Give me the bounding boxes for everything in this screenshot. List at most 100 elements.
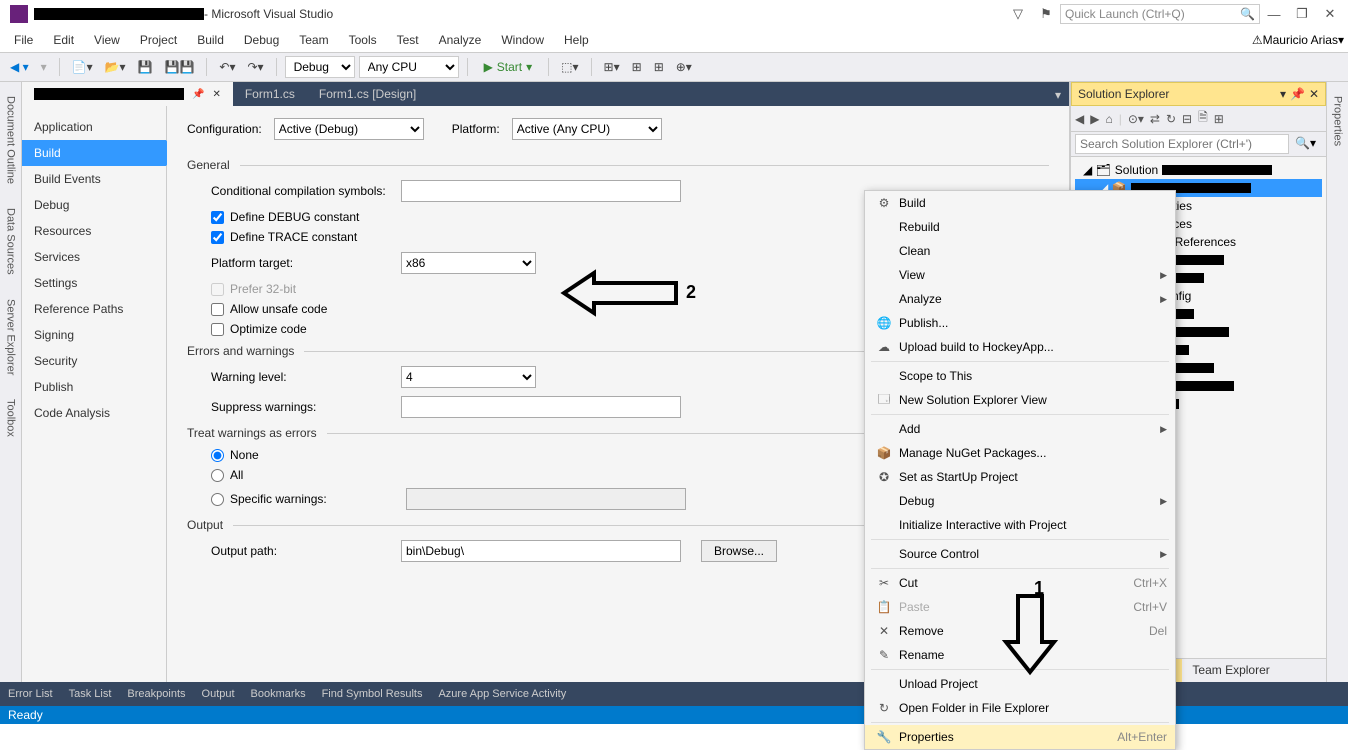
nav-build[interactable]: Build [22,140,166,166]
filter-icon[interactable]: ▽ [1004,6,1032,22]
ctx-build[interactable]: ⚙Build [865,191,1175,215]
tab-form1-design[interactable]: Form1.cs [Design] [307,82,428,106]
platform-target-select[interactable]: x86 [401,252,536,274]
ctx-add[interactable]: Add▶ [865,417,1175,441]
menu-test[interactable]: Test [387,30,429,50]
menu-build[interactable]: Build [187,30,234,50]
ctx-new-solution-explorer-view[interactable]: 🗔New Solution Explorer View [865,388,1175,412]
nav-security[interactable]: Security [22,348,166,374]
btab-task-list[interactable]: Task List [69,688,112,700]
panel-close-icon[interactable]: ✕ [1309,87,1319,101]
toolbar-misc-4[interactable]: ⊞ [650,58,668,76]
platform-dropdown[interactable]: Active (Any CPU) [512,118,662,140]
redo-button[interactable]: ↷▾ [243,58,267,76]
panel-dropdown-icon[interactable]: ▾ [1280,87,1286,101]
btab-find-symbol[interactable]: Find Symbol Results [322,688,423,700]
rail-data-sources[interactable]: Data Sources [3,202,19,281]
define-trace-checkbox[interactable] [211,231,224,244]
nav-debug[interactable]: Debug [22,192,166,218]
toolbar-misc-1[interactable]: ⬚▾ [557,58,582,76]
close-tab-icon[interactable]: ✕ [212,89,220,100]
solution-node[interactable]: ◢ 🗂 Solution [1075,161,1322,179]
sol-home-icon[interactable]: ⌂ [1105,112,1112,126]
ctx-publish-[interactable]: 🌐Publish... [865,311,1175,335]
platform-select[interactable]: Any CPU [359,56,459,78]
sol-fwd-icon[interactable]: ▶ [1090,112,1099,126]
search-icon[interactable]: 🔍▾ [1289,134,1322,154]
nav-backward-button[interactable]: ◀ ▾ [6,58,33,76]
pin-icon[interactable]: 📌 [192,89,204,100]
sol-sync-icon[interactable]: ⇄ [1150,112,1160,126]
menu-tools[interactable]: Tools [339,30,387,50]
nav-reference-paths[interactable]: Reference Paths [22,296,166,322]
minimize-button[interactable]: — [1260,7,1288,22]
nav-publish[interactable]: Publish [22,374,166,400]
ctx-rename[interactable]: ✎Rename [865,643,1175,667]
ctx-source-control[interactable]: Source Control▶ [865,542,1175,566]
doc-tabs-overflow[interactable]: ▾ [1047,84,1069,106]
ctx-properties[interactable]: 🔧PropertiesAlt+Enter [865,725,1175,749]
ctx-view[interactable]: View▶ [865,263,1175,287]
save-all-button[interactable]: 💾💾 [161,58,199,76]
nav-code-analysis[interactable]: Code Analysis [22,400,166,426]
menu-team[interactable]: Team [289,30,338,50]
restore-button[interactable]: ❐ [1288,6,1316,22]
ctx-upload-build-to-hockeyapp-[interactable]: ☁Upload build to HockeyApp... [865,335,1175,359]
nav-application[interactable]: Application [22,114,166,140]
ctx-rebuild[interactable]: Rebuild [865,215,1175,239]
rail-document-outline[interactable]: Document Outline [3,90,19,190]
tab-project-properties[interactable]: 📌✕ [22,82,233,106]
ctx-manage-nuget-packages-[interactable]: 📦Manage NuGet Packages... [865,441,1175,465]
sol-refresh-icon[interactable]: ↻ [1166,112,1176,126]
menu-view[interactable]: View [84,30,130,50]
ctx-clean[interactable]: Clean [865,239,1175,263]
start-button[interactable]: ▶Start ▾ [476,58,541,76]
rail-properties[interactable]: Properties [1330,90,1346,152]
toolbar-misc-3[interactable]: ⊞ [628,58,646,76]
warning-level-select[interactable]: 4 [401,366,536,388]
nav-signing[interactable]: Signing [22,322,166,348]
ctx-analyze[interactable]: Analyze▶ [865,287,1175,311]
optimize-checkbox[interactable] [211,323,224,336]
menu-project[interactable]: Project [130,30,187,50]
nav-build-events[interactable]: Build Events [22,166,166,192]
ctx-scope-to-this[interactable]: Scope to This [865,364,1175,388]
quick-launch-input[interactable]: Quick Launch (Ctrl+Q) 🔍 [1060,4,1260,24]
browse-button[interactable]: Browse... [701,540,777,562]
cond-symbols-input[interactable] [401,180,681,202]
define-debug-checkbox[interactable] [211,211,224,224]
menu-debug[interactable]: Debug [234,30,289,50]
ctx-debug[interactable]: Debug▶ [865,489,1175,513]
nav-settings[interactable]: Settings [22,270,166,296]
nav-services[interactable]: Services [22,244,166,270]
menu-window[interactable]: Window [491,30,554,50]
ctx-open-folder-in-file-explorer[interactable]: ↻Open Folder in File Explorer [865,696,1175,720]
open-file-button[interactable]: 📂▾ [101,58,130,76]
nav-resources[interactable]: Resources [22,218,166,244]
configuration-select[interactable]: Debug [285,56,355,78]
toolbar-misc-5[interactable]: ⊕▾ [672,58,696,76]
menu-analyze[interactable]: Analyze [429,30,492,50]
toolbar-misc-2[interactable]: ⊞▾ [600,58,624,76]
rail-server-explorer[interactable]: Server Explorer [3,293,19,381]
ctx-initialize-interactive-with-project[interactable]: Initialize Interactive with Project [865,513,1175,537]
menu-help[interactable]: Help [554,30,599,50]
treat-all-radio[interactable] [211,469,224,482]
menu-edit[interactable]: Edit [43,30,84,50]
treat-specific-radio[interactable] [211,493,224,506]
tab-form1-cs[interactable]: Form1.cs [233,82,307,106]
sol-properties-icon[interactable]: ⊞ [1214,112,1224,126]
btab-breakpoints[interactable]: Breakpoints [127,688,185,700]
sol-scope-icon[interactable]: ⊙▾ [1128,112,1144,126]
btab-output[interactable]: Output [202,688,235,700]
tab-team-explorer[interactable]: Team Explorer [1182,659,1279,682]
save-button[interactable]: 💾 [134,58,157,76]
new-project-button[interactable]: 📄▾ [68,58,97,76]
ctx-unload-project[interactable]: Unload Project [865,672,1175,696]
undo-button[interactable]: ↶▾ [215,58,239,76]
sol-collapse-icon[interactable]: ⊟ [1182,112,1192,126]
btab-azure[interactable]: Azure App Service Activity [438,688,566,700]
suppress-warnings-input[interactable] [401,396,681,418]
menu-file[interactable]: File [4,30,43,50]
user-dropdown-icon[interactable]: ▾ [1338,33,1344,47]
